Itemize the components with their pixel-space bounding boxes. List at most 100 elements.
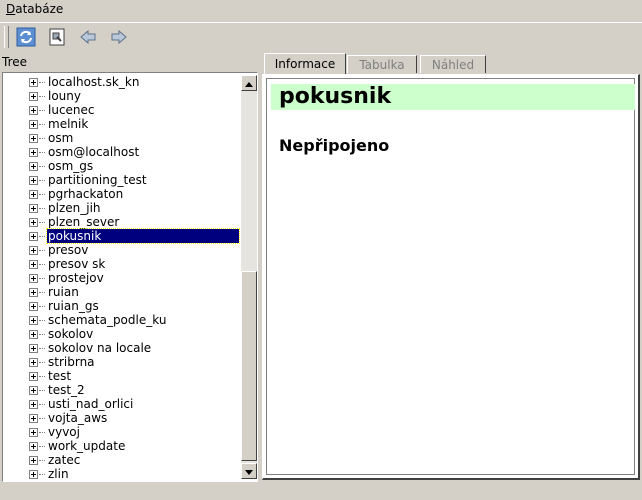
tree-item-label: presov sk [48, 257, 106, 271]
vertical-scrollbar[interactable] [241, 75, 257, 479]
scroll-down-button[interactable] [241, 463, 257, 479]
tree-item-label: zlin [48, 467, 69, 481]
expand-icon[interactable] [29, 428, 38, 437]
tree-item-label: melnik [48, 117, 89, 131]
tree-connector [39, 236, 45, 238]
tree-item-label: prostejov [48, 271, 104, 285]
scrollbar-thumb[interactable] [241, 271, 257, 461]
tree-item[interactable]: louny [3, 89, 239, 103]
tab-informace[interactable]: Informace [264, 53, 346, 74]
tree-item[interactable]: lucenec [3, 103, 239, 117]
toolbar-grip[interactable] [4, 26, 9, 48]
tree-item[interactable]: plzen_sever [3, 215, 239, 229]
tree-item[interactable]: osm [3, 131, 239, 145]
expand-icon[interactable] [29, 218, 38, 227]
expand-icon[interactable] [29, 456, 38, 465]
expand-icon[interactable] [29, 134, 38, 143]
tree-item-label: presov [48, 243, 89, 257]
tree-connector [39, 138, 45, 140]
tree-item[interactable]: ruian [3, 285, 239, 299]
tree-item-label: osm_gs [48, 159, 94, 173]
tree-item-label: plzen_jih [48, 201, 101, 215]
menu-database-label: atabáze [15, 2, 64, 16]
expand-icon[interactable] [29, 232, 38, 241]
tree-item[interactable]: presov sk [3, 257, 239, 271]
scroll-up-button[interactable] [241, 75, 257, 91]
tree-connector [39, 264, 45, 266]
expand-icon[interactable] [29, 246, 38, 255]
forward-button[interactable] [108, 26, 130, 48]
tree-item[interactable]: usti_nad_orlici [3, 397, 239, 411]
expand-icon[interactable] [29, 260, 38, 269]
expand-icon[interactable] [29, 470, 38, 479]
tree-item[interactable]: sokolov [3, 327, 239, 341]
expand-icon[interactable] [29, 190, 38, 199]
tree-item[interactable]: pgrhackaton [3, 187, 239, 201]
tree-connector [39, 180, 45, 182]
tree-item[interactable]: osm@localhost [3, 145, 239, 159]
tree-connector [39, 208, 45, 210]
tree-item[interactable]: sokolov na locale [3, 341, 239, 355]
tree-item[interactable]: schemata_podle_ku [3, 313, 239, 327]
tree-item[interactable]: test [3, 369, 239, 383]
expand-icon[interactable] [29, 176, 38, 185]
tree-item[interactable]: plzen_jih [3, 201, 239, 215]
expand-icon[interactable] [29, 204, 38, 213]
tree-item[interactable]: presov [3, 243, 239, 257]
refresh-button[interactable] [15, 26, 37, 48]
menu-database[interactable]: Databáze [6, 2, 63, 16]
tree-connector [39, 124, 45, 126]
expand-icon[interactable] [29, 372, 38, 381]
tree-item[interactable]: vojta_aws [3, 411, 239, 425]
expand-icon[interactable] [29, 442, 38, 451]
expand-icon[interactable] [29, 148, 38, 157]
tree-item[interactable]: vyvoj [3, 425, 239, 439]
expand-icon[interactable] [29, 162, 38, 171]
tree-item[interactable]: pokusnik [3, 228, 240, 244]
tree-item-label: pgrhackaton [48, 187, 124, 201]
tree-item[interactable]: melnik [3, 117, 239, 131]
back-button[interactable] [77, 26, 99, 48]
expand-icon[interactable] [29, 414, 38, 423]
document-button[interactable] [46, 26, 68, 48]
tree-item[interactable]: localhost.sk_kn [3, 75, 239, 89]
tree-item-label: plzen_sever [48, 215, 120, 229]
expand-icon[interactable] [29, 302, 38, 311]
tree-connector [39, 292, 45, 294]
tree-item-label: osm@localhost [48, 145, 140, 159]
expand-icon[interactable] [29, 386, 38, 395]
scroll-down-icon [245, 464, 253, 478]
expand-icon[interactable] [29, 274, 38, 283]
expand-icon[interactable] [29, 106, 38, 115]
expand-icon[interactable] [29, 288, 38, 297]
tree-item-label: stribrna [48, 355, 95, 369]
tab-nahled[interactable]: Náhled [420, 55, 486, 73]
expand-icon[interactable] [29, 92, 38, 101]
expand-icon[interactable] [29, 358, 38, 367]
tree-item[interactable]: prostejov [3, 271, 239, 285]
tree-panel: localhost.sk_kn louny lucenec melnik osm osm@… [2, 72, 258, 482]
expand-icon[interactable] [29, 120, 38, 129]
expand-icon[interactable] [29, 316, 38, 325]
tree-item-label: sokolov [48, 327, 94, 341]
tree-item-label: zatec [48, 453, 81, 467]
tree-connector [39, 194, 45, 196]
tree-connector [39, 82, 45, 84]
expand-icon[interactable] [29, 330, 38, 339]
tab-tabulka[interactable]: Tabulka [347, 55, 417, 73]
tree-connector [39, 390, 45, 392]
tree-item[interactable]: stribrna [3, 355, 239, 369]
tree-item[interactable]: osm_gs [3, 159, 239, 173]
tree-item[interactable]: partitioning_test [3, 173, 239, 187]
expand-icon[interactable] [29, 344, 38, 353]
tree-item[interactable]: zatec [3, 453, 239, 467]
expand-icon[interactable] [29, 400, 38, 409]
tree-item[interactable]: work_update [3, 439, 239, 453]
tree-connector [39, 166, 45, 168]
tree-connector [39, 404, 45, 406]
tree-item[interactable]: ruian_gs [3, 299, 239, 313]
tree-item[interactable]: test_2 [3, 383, 239, 397]
expand-icon[interactable] [29, 78, 38, 87]
tree-item[interactable]: zlin [3, 467, 239, 481]
tree-item-label: schemata_podle_ku [48, 313, 167, 327]
